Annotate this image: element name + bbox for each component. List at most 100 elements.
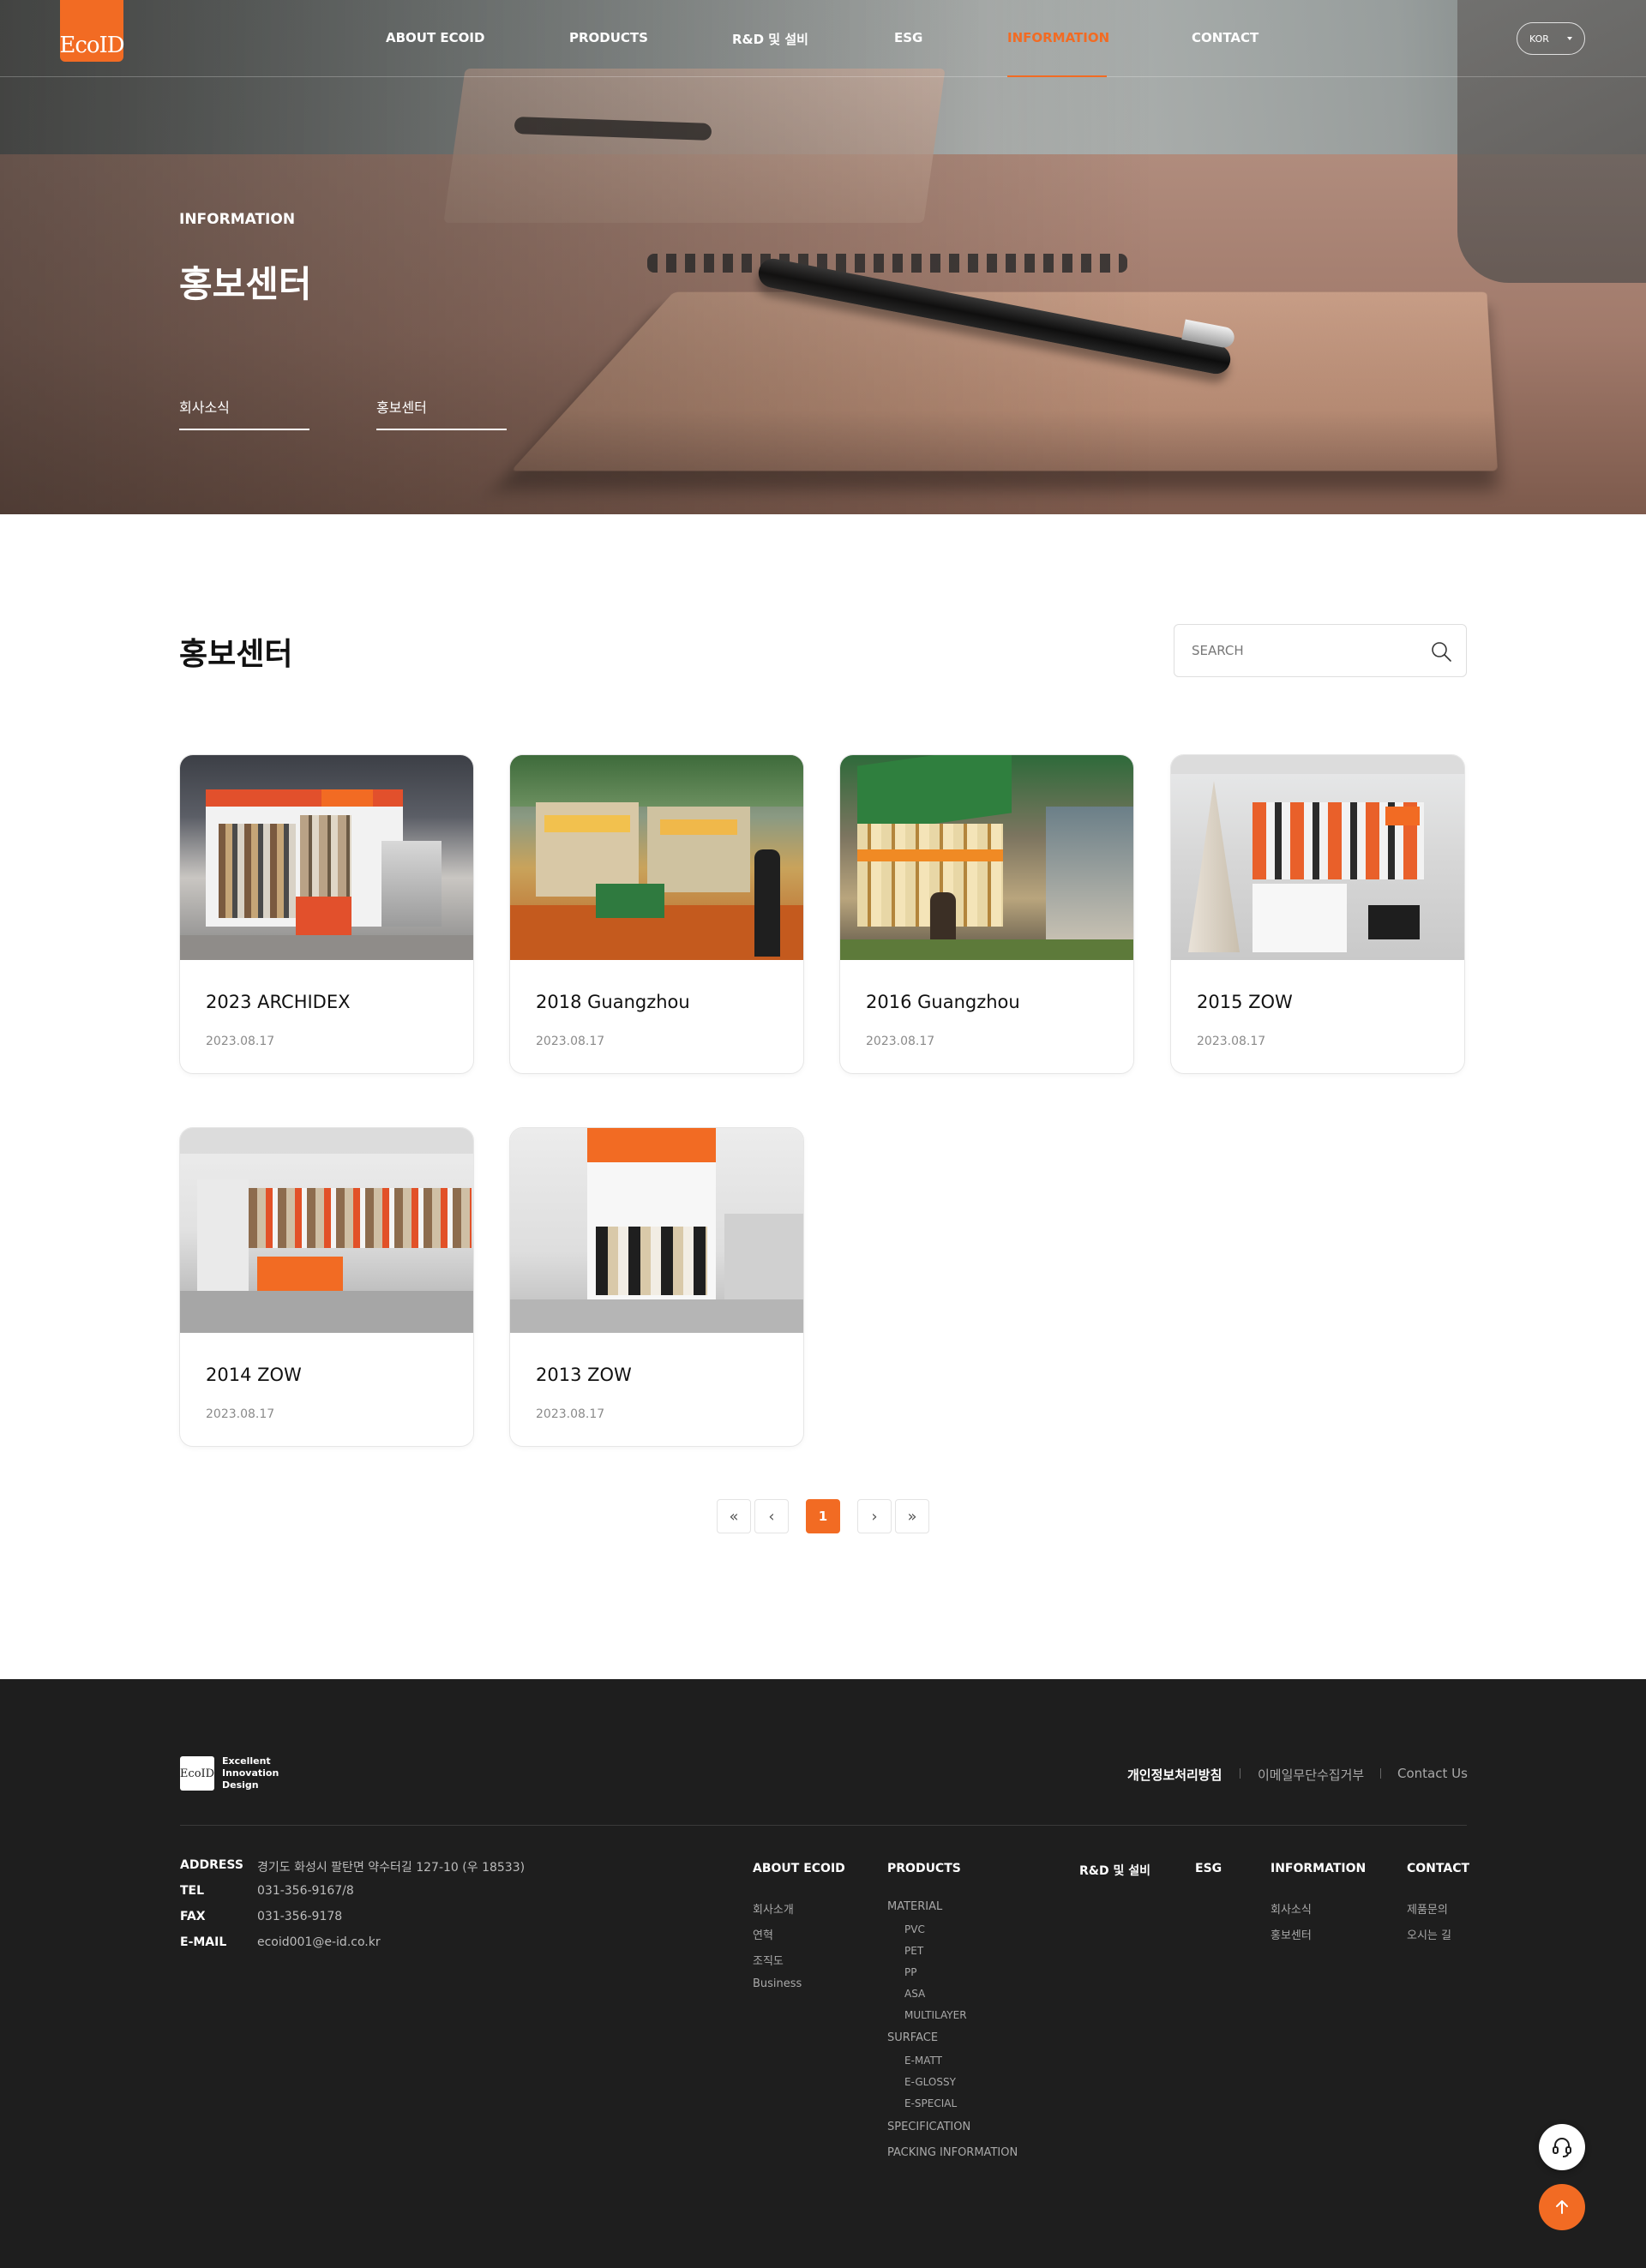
news-date: 2023.08.17 — [536, 1035, 605, 1048]
footer-sitemap-link[interactable]: 연혁 — [753, 1926, 773, 1942]
footer-sitemap-sublink[interactable]: PVC — [904, 1923, 925, 1935]
pagination-last[interactable]: » — [895, 1499, 929, 1533]
footer-sitemap-link[interactable]: 홍보센터 — [1271, 1926, 1312, 1942]
footer-info-value: 031-356-9178 — [257, 1910, 343, 1923]
search-icon[interactable] — [1430, 640, 1452, 663]
news-card[interactable]: 2016 Guangzhou 2023.08.17 — [839, 754, 1134, 1074]
footer-info-value: ecoid001@e-id.co.kr — [257, 1935, 381, 1949]
footer-link-divider — [1240, 1768, 1241, 1779]
footer-sitemap-sublink[interactable]: E-MATT — [904, 2055, 942, 2067]
hero-tab-company-news[interactable]: 회사소식 — [179, 396, 309, 430]
footer-sitemap-link[interactable]: 회사소개 — [753, 1900, 794, 1917]
footer-sitemap-information[interactable]: INFORMATION — [1271, 1862, 1366, 1875]
nav-rnd[interactable]: R&D 및 설비 — [732, 30, 808, 48]
news-thumbnail — [510, 755, 803, 960]
news-card[interactable]: 2023 ARCHIDEX 2023.08.17 — [179, 754, 474, 1074]
hero-eyebrow: INFORMATION — [179, 211, 296, 228]
footer-sitemap-sublink[interactable]: E-SPECIAL — [904, 2097, 957, 2109]
pagination-prev[interactable]: ‹ — [754, 1499, 789, 1533]
nav-products[interactable]: PRODUCTS — [569, 30, 648, 45]
customer-support-button[interactable] — [1539, 2124, 1585, 2170]
nav-about-ecoid[interactable]: ABOUT ECOID — [386, 30, 484, 45]
footer-sitemap-about[interactable]: ABOUT ECOID — [753, 1862, 845, 1875]
logo-text: EcoID — [59, 33, 124, 58]
news-card[interactable]: 2014 ZOW 2023.08.17 — [179, 1127, 474, 1447]
nav-active-underline — [1007, 75, 1107, 77]
footer-sitemap-link[interactable]: 오시는 길 — [1407, 1926, 1451, 1942]
footer-tagline: Excellent Innovation Design — [222, 1755, 279, 1791]
footer-sitemap-link[interactable]: Business — [753, 1977, 802, 1990]
footer-sitemap-sublink[interactable]: ASA — [904, 1988, 925, 2000]
headset-icon — [1553, 2138, 1571, 2157]
footer-sitemap-esg[interactable]: ESG — [1195, 1862, 1222, 1875]
footer-info-label: TEL — [180, 1884, 205, 1898]
news-title: 2016 Guangzhou — [866, 992, 1020, 1012]
footer-sitemap-link[interactable]: MATERIAL — [887, 1900, 942, 1913]
footer-sitemap-link[interactable]: SURFACE — [887, 2031, 938, 2044]
footer-sitemap-sublink[interactable]: MULTILAYER — [904, 2009, 967, 2021]
footer-sitemap-link[interactable]: 회사소식 — [1271, 1900, 1312, 1917]
footer-sitemap-sublink[interactable]: E-GLOSSY — [904, 2076, 956, 2088]
nav-information[interactable]: INFORMATION — [1007, 30, 1109, 45]
footer-sitemap-products[interactable]: PRODUCTS — [887, 1862, 961, 1875]
news-date: 2023.08.17 — [536, 1407, 605, 1421]
footer-sitemap-contact[interactable]: CONTACT — [1407, 1862, 1469, 1875]
search-input[interactable] — [1192, 640, 1415, 661]
footer-info-label: FAX — [180, 1910, 206, 1923]
news-card[interactable]: 2013 ZOW 2023.08.17 — [509, 1127, 804, 1447]
pagination-page[interactable]: 1 — [806, 1499, 840, 1533]
news-thumbnail — [180, 1128, 473, 1333]
footer-sitemap-link[interactable]: 조직도 — [753, 1952, 784, 1968]
footer-link-contact-us[interactable]: Contact Us — [1397, 1766, 1468, 1781]
language-selector[interactable]: KOR — [1517, 22, 1585, 55]
footer-info-label: ADDRESS — [180, 1858, 243, 1872]
news-card[interactable]: 2018 Guangzhou 2023.08.17 — [509, 754, 804, 1074]
footer-sitemap-rnd[interactable]: R&D 및 설비 — [1079, 1862, 1150, 1879]
page-title: 홍보센터 — [179, 637, 293, 672]
footer-sitemap-link[interactable]: PACKING INFORMATION — [887, 2146, 1018, 2159]
news-thumbnail — [1171, 755, 1464, 960]
footer-sitemap-link[interactable]: SPECIFICATION — [887, 2121, 970, 2133]
news-thumbnail — [180, 755, 473, 960]
language-label: KOR — [1529, 33, 1549, 45]
news-date: 2023.08.17 — [1197, 1035, 1266, 1048]
nav-esg[interactable]: ESG — [894, 30, 922, 45]
news-title: 2015 ZOW — [1197, 992, 1293, 1012]
footer-tagline-line: Excellent — [222, 1755, 271, 1767]
footer-divider — [180, 1825, 1467, 1826]
footer-sitemap-sublink[interactable]: PP — [904, 1966, 916, 1978]
news-date: 2023.08.17 — [206, 1407, 275, 1421]
pagination-first[interactable]: « — [717, 1499, 751, 1533]
footer-logo[interactable]: EcoID — [180, 1756, 214, 1791]
footer-link-divider — [1380, 1768, 1381, 1779]
news-thumbnail — [510, 1128, 803, 1333]
scroll-to-top-button[interactable] — [1539, 2184, 1585, 2230]
footer-link-privacy[interactable]: 개인정보처리방침 — [1127, 1766, 1222, 1784]
news-date: 2023.08.17 — [866, 1035, 935, 1048]
footer-sitemap-link[interactable]: 제품문의 — [1407, 1900, 1448, 1917]
arrow-up-icon — [1556, 2200, 1568, 2214]
hero-banner: EcoID ABOUT ECOID PRODUCTS R&D 및 설비 ESG … — [0, 0, 1646, 514]
footer-tagline-line: Design — [222, 1779, 259, 1791]
site-footer: EcoID Excellent Innovation Design 개인정보처리… — [0, 1679, 1646, 2268]
footer-info-value: 경기도 화성시 팔탄면 약수터길 127-10 (우 18533) — [257, 1861, 526, 1875]
news-title: 2018 Guangzhou — [536, 992, 690, 1012]
pagination-next[interactable]: › — [857, 1499, 892, 1533]
nav-contact[interactable]: CONTACT — [1192, 30, 1259, 45]
news-title: 2014 ZOW — [206, 1365, 302, 1385]
news-card[interactable]: 2015 ZOW 2023.08.17 — [1170, 754, 1465, 1074]
search-box — [1174, 624, 1467, 677]
footer-sitemap-sublink[interactable]: PET — [904, 1945, 923, 1957]
caret-down-icon — [1567, 37, 1572, 40]
news-date: 2023.08.17 — [206, 1035, 275, 1048]
news-title: 2013 ZOW — [536, 1365, 632, 1385]
ecoid-logo[interactable]: EcoID — [59, 0, 125, 62]
footer-info-value: 031-356-9167/8 — [257, 1884, 354, 1898]
footer-info-label: E-MAIL — [180, 1935, 227, 1949]
news-title: 2023 ARCHIDEX — [206, 992, 351, 1012]
hero-tab-pr-center[interactable]: 홍보센터 — [376, 396, 507, 430]
footer-tagline-line: Innovation — [222, 1767, 279, 1779]
news-thumbnail — [840, 755, 1133, 960]
hero-title: 홍보센터 — [179, 263, 312, 305]
footer-link-email-policy[interactable]: 이메일무단수집거부 — [1258, 1766, 1364, 1784]
